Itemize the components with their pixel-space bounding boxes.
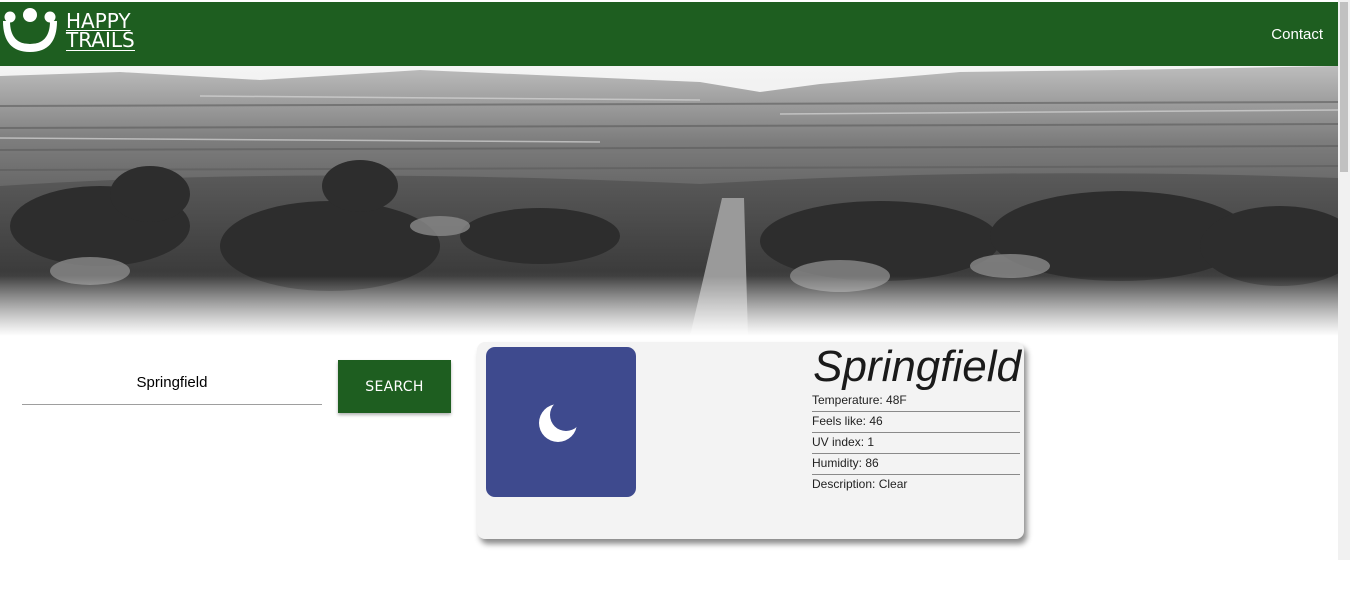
navbar: HAPPY TRAILS Contact bbox=[0, 2, 1338, 66]
search-input[interactable] bbox=[22, 360, 322, 405]
feels-like-label: Feels like: bbox=[812, 414, 867, 428]
hero-banner-image bbox=[0, 66, 1338, 336]
feels-like-row: Feels like: 46 bbox=[812, 412, 1020, 433]
temperature-value: 48F bbox=[886, 393, 907, 407]
humidity-row: Humidity: 86 bbox=[812, 454, 1020, 475]
weather-card: Springfield Temperature: 48F Feels like: 4… bbox=[477, 342, 1024, 539]
uv-index-label: UV index: bbox=[812, 435, 865, 449]
contact-link[interactable]: Contact bbox=[1271, 26, 1323, 43]
weather-icon-tile bbox=[486, 347, 636, 497]
logo-line-2: TRAILS bbox=[66, 28, 135, 52]
search-button[interactable]: SEARCH bbox=[338, 360, 451, 413]
smiley-logo-icon bbox=[3, 8, 57, 52]
temperature-label: Temperature: bbox=[812, 393, 883, 407]
description-value: Clear bbox=[878, 477, 908, 491]
scrollbar-thumb[interactable] bbox=[1340, 2, 1348, 172]
logo-text: HAPPY TRAILS bbox=[66, 11, 135, 52]
uv-index-row: UV index: 1 bbox=[812, 433, 1020, 454]
description-row: Description: Clear bbox=[812, 475, 1020, 495]
description-label: Description: bbox=[812, 477, 876, 491]
city-name: Springfield bbox=[813, 342, 1021, 391]
temperature-row: Temperature: 48F bbox=[812, 391, 1020, 412]
humidity-value: 86 bbox=[865, 456, 879, 470]
humidity-label: Humidity: bbox=[812, 456, 863, 470]
feels-like-value: 46 bbox=[869, 414, 883, 428]
uv-index-value: 1 bbox=[867, 435, 875, 449]
crescent-moon-icon bbox=[539, 404, 577, 442]
weather-details: Temperature: 48F Feels like: 46 UV index: 1… bbox=[812, 391, 1020, 495]
logo[interactable]: HAPPY TRAILS bbox=[0, 4, 150, 64]
